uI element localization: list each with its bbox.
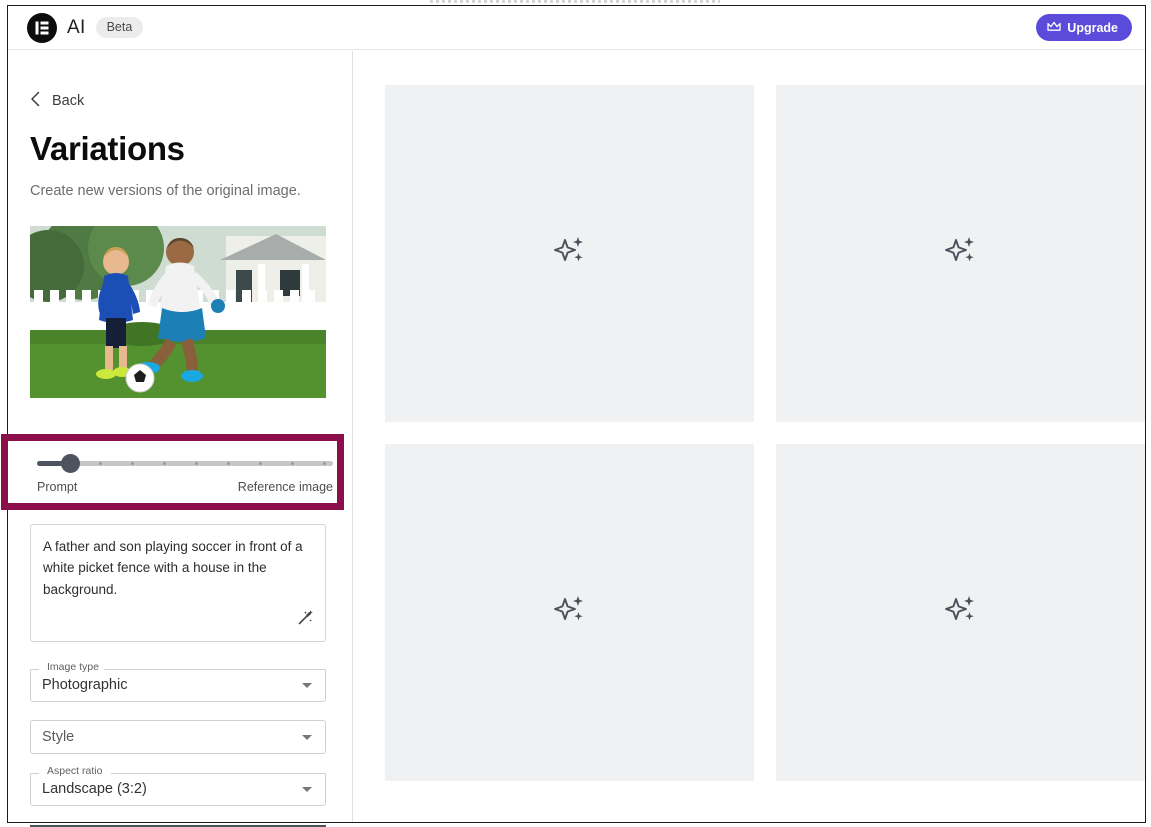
- ai-modal-window: AI Beta Upgrade: [7, 5, 1146, 823]
- aspect-ratio-select[interactable]: Aspect ratio Landscape (3:2): [30, 772, 326, 806]
- slider-track: [37, 461, 333, 466]
- slider-tick: [99, 462, 102, 465]
- back-button[interactable]: Back: [30, 91, 84, 111]
- image-type-label: Image type: [43, 662, 103, 673]
- sparkle-icon: [553, 234, 587, 273]
- style-select[interactable]: Style: [30, 720, 326, 754]
- chevron-left-icon: [30, 91, 41, 111]
- sparkle-icon: [553, 593, 587, 632]
- slider-tick: [259, 462, 262, 465]
- prompt-text: A father and son playing soccer in front…: [43, 536, 313, 600]
- app-root: AI Beta Upgrade: [0, 0, 1151, 827]
- slider-tick: [227, 462, 230, 465]
- prompt-textarea[interactable]: A father and son playing soccer in front…: [30, 524, 326, 642]
- slider-tick: [163, 462, 166, 465]
- top-bar: AI Beta Upgrade: [8, 6, 1145, 50]
- slider-label-left: Prompt: [37, 480, 77, 494]
- upgrade-label: Upgrade: [1067, 21, 1118, 35]
- chevron-down-icon: [302, 787, 312, 792]
- results-grid: [385, 85, 1145, 781]
- slider-label-right: Reference image: [238, 480, 333, 494]
- result-tile-2[interactable]: [776, 85, 1145, 422]
- chevron-down-icon: [302, 735, 312, 740]
- image-type-value: Photographic: [42, 677, 302, 693]
- slider-tick: [291, 462, 294, 465]
- body-area: Back Variations Create new versions of t…: [8, 51, 1145, 822]
- sparkle-icon: [944, 234, 978, 268]
- sparkle-icon: [944, 593, 978, 627]
- slider-tick: [131, 462, 134, 465]
- brand-group: AI Beta: [27, 13, 143, 43]
- magic-wand-icon[interactable]: [296, 609, 313, 631]
- window-chrome-artifact: [430, 0, 720, 3]
- upgrade-button[interactable]: Upgrade: [1036, 14, 1132, 41]
- brand-name: AI: [67, 17, 86, 39]
- aspect-ratio-value: Landscape (3:2): [42, 781, 302, 797]
- style-value: Style: [42, 729, 302, 745]
- chevron-down-icon: [302, 683, 312, 688]
- sparkle-icon: [944, 593, 978, 632]
- results-panel: [353, 51, 1145, 822]
- sparkle-icon: [553, 593, 587, 627]
- sidebar-panel: Back Variations Create new versions of t…: [8, 51, 353, 822]
- result-tile-4[interactable]: [776, 444, 1145, 781]
- sparkle-icon: [944, 234, 978, 273]
- aspect-ratio-label: Aspect ratio: [43, 766, 106, 777]
- crown-icon: [1047, 21, 1061, 35]
- slider-labels: Prompt Reference image: [37, 480, 333, 494]
- slider-tick: [323, 462, 326, 465]
- prompt-reference-slider[interactable]: Prompt Reference image: [37, 455, 333, 494]
- reference-image-thumbnail: [30, 226, 326, 398]
- result-tile-1[interactable]: [385, 85, 754, 422]
- elementor-logo-icon: [27, 13, 57, 43]
- result-tile-3[interactable]: [385, 444, 754, 781]
- sparkle-icon: [553, 234, 587, 268]
- prompt-reference-slider-highlight: Prompt Reference image: [1, 434, 344, 510]
- image-type-select[interactable]: Image type Photographic: [30, 668, 326, 702]
- slider-tick: [195, 462, 198, 465]
- back-label: Back: [52, 93, 84, 109]
- slider-thumb[interactable]: [61, 454, 80, 473]
- page-subtitle: Create new versions of the original imag…: [30, 183, 330, 199]
- beta-badge: Beta: [96, 17, 144, 38]
- page-title: Variations: [30, 130, 330, 168]
- slider-track-wrap[interactable]: [37, 455, 333, 473]
